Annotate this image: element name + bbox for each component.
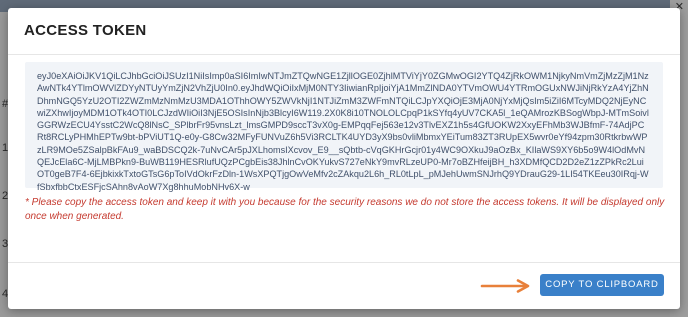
arrow-right-icon (480, 279, 530, 293)
security-notice: * Please copy the access token and keep … (25, 197, 665, 222)
modal-header: ACCESS TOKEN (8, 8, 680, 55)
modal-title: ACCESS TOKEN (24, 22, 147, 39)
copy-to-clipboard-button[interactable]: COPY TO CLIPBOARD (540, 274, 664, 296)
token-box: eyJ0eXAiOiJKV1QiLCJhbGciOiJSUzI1NiIsImp0… (25, 62, 663, 192)
access-token-modal: ACCESS TOKEN eyJ0eXAiOiJKV1QiLCJhbGciOiJ… (8, 8, 680, 309)
access-token-text[interactable]: eyJ0eXAiOiJKV1QiLCJhbGciOiJSUzI1NiIsImp0… (37, 70, 649, 193)
